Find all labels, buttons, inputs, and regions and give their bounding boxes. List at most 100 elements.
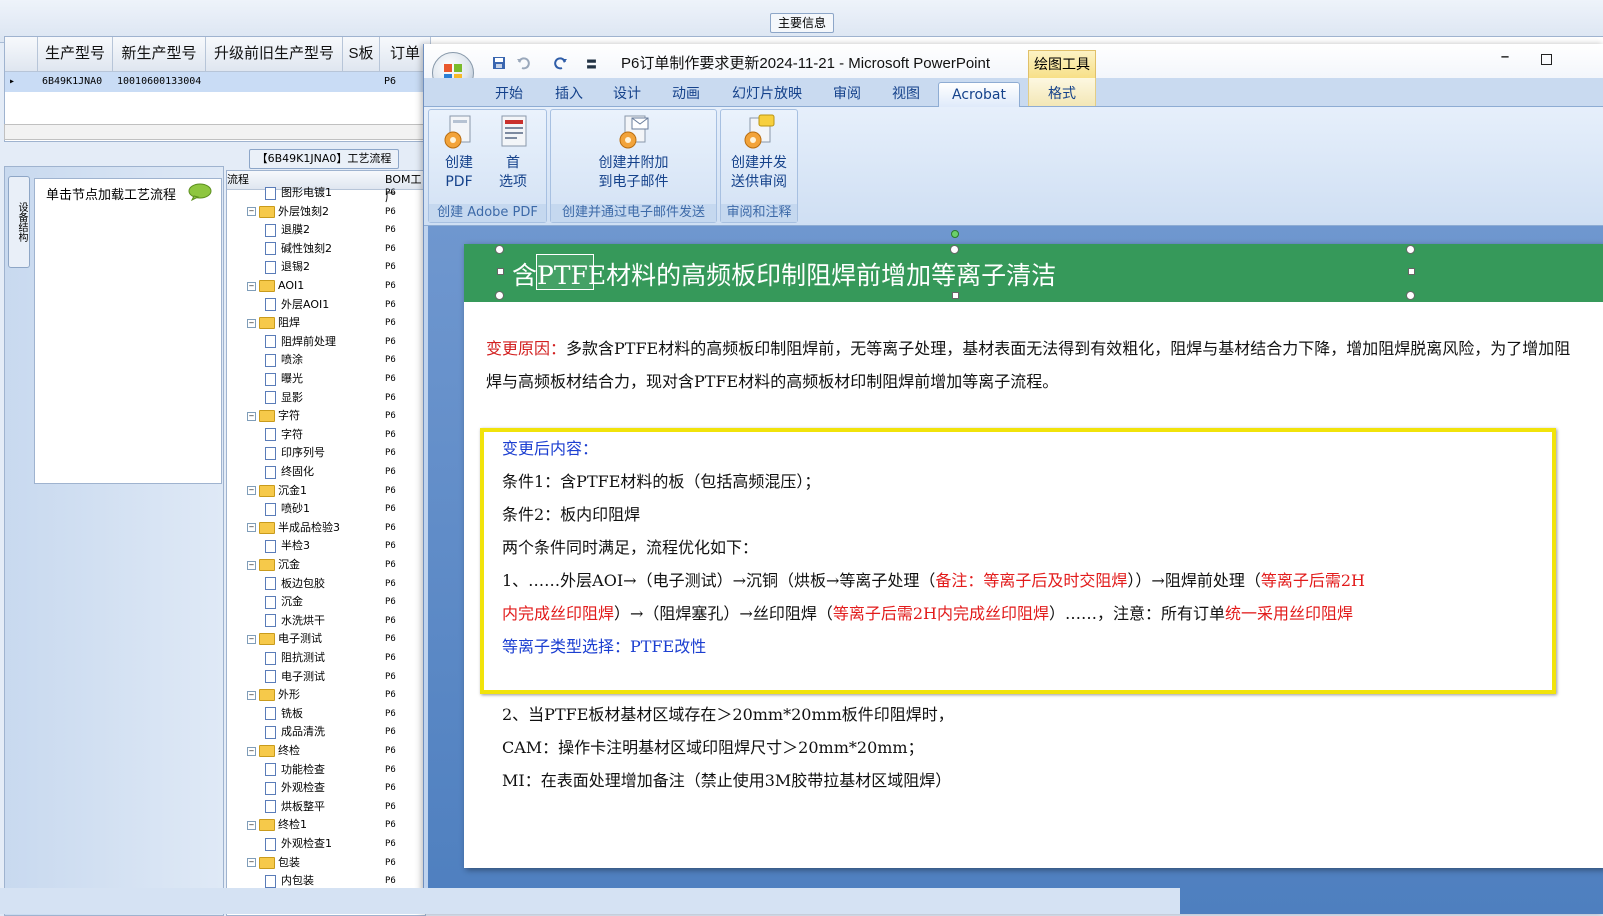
tab-view[interactable]: 视图 [881, 82, 931, 106]
collapse-icon[interactable]: − [247, 411, 256, 421]
folder-icon [259, 484, 275, 497]
column-header[interactable]: 新生产型号 [113, 37, 206, 72]
tree-bom-value: P6 [385, 467, 396, 477]
grid-horizontal-scrollbar[interactable] [4, 124, 446, 140]
tree-leaf-node[interactable]: 水洗烘干 [265, 612, 325, 630]
document-icon [265, 298, 276, 312]
tree-bom-value: P6 [385, 374, 396, 384]
tree-folder-node[interactable]: − 外层蚀刻2 [247, 203, 329, 221]
collapse-icon[interactable]: − [247, 634, 256, 644]
collapse-icon[interactable]: − [247, 560, 256, 570]
tree-bom-value: P6 [385, 708, 396, 719]
resize-handle[interactable] [495, 245, 504, 254]
tab-slideshow[interactable]: 幻灯片放映 [722, 82, 812, 106]
tree-leaf-node[interactable]: 半检3 [265, 537, 310, 555]
chat-bubble-icon[interactable] [188, 183, 212, 201]
tab-design[interactable]: 设计 [602, 82, 652, 106]
grid-corner [5, 37, 38, 72]
rotate-handle[interactable] [951, 230, 959, 238]
collapse-icon[interactable]: − [247, 207, 256, 217]
save-icon[interactable] [492, 56, 506, 70]
tab-insert[interactable]: 插入 [544, 82, 594, 106]
tab-home[interactable]: 开始 [484, 82, 534, 106]
tree-folder-node[interactable]: − 电子测试 [247, 630, 322, 648]
slide[interactable]: 含PTFE材料的高频板印制阻焊前增加等离子清洁 变更原因：多款含PTFE材料的高… [464, 230, 1603, 868]
tab-format[interactable]: 格式 [1028, 78, 1096, 106]
tree-leaf-node[interactable]: 喷涂 [265, 351, 303, 369]
create-pdf-button[interactable]: 创建 PDF [435, 114, 483, 192]
collapse-icon[interactable]: − [247, 318, 256, 328]
tree-leaf-node[interactable]: 外观检查1 [265, 835, 332, 853]
vertical-tab[interactable]: 设备结构 [8, 176, 30, 268]
resize-handle[interactable] [497, 268, 504, 275]
tree-node-label: 阻焊前处理 [281, 334, 336, 348]
tree-folder-node[interactable]: − AOI1 [247, 277, 304, 295]
resize-handle[interactable] [1406, 245, 1415, 254]
tree-leaf-node[interactable]: 电子测试 [265, 668, 325, 686]
tab-acrobat[interactable]: Acrobat [938, 82, 1020, 107]
tree-folder-node[interactable]: − 包装 [247, 854, 300, 872]
tree-leaf-node[interactable]: 铣板 [265, 705, 303, 723]
column-header[interactable]: S板 [343, 37, 380, 72]
change-reason[interactable]: 变更原因：多款含PTFE材料的高频板印制阻焊前，无等离子处理，基材表面无法得到有… [486, 332, 1576, 398]
maximize-button[interactable] [1532, 48, 1562, 70]
undo-icon[interactable] [516, 56, 530, 70]
resize-handle[interactable] [1406, 291, 1415, 300]
column-header[interactable]: 生产型号 [38, 37, 113, 72]
tab-review[interactable]: 审阅 [822, 82, 872, 106]
tree-node-label: 功能检查 [281, 762, 325, 776]
tree-leaf-node[interactable]: 阻抗测试 [265, 649, 325, 667]
minimize-button[interactable]: – [1490, 48, 1520, 70]
folder-icon [259, 689, 275, 702]
collapse-icon[interactable]: − [247, 281, 256, 291]
tree-folder-node[interactable]: − 字符 [247, 407, 300, 425]
tree-leaf-node[interactable]: 外观检查 [265, 779, 325, 797]
resize-handle[interactable] [1408, 268, 1415, 275]
tree-folder-node[interactable]: − 阻焊 [247, 314, 300, 332]
collapse-icon[interactable]: − [247, 486, 256, 496]
tree-leaf-node[interactable]: 图形电镀1 [265, 184, 332, 202]
tree-folder-node[interactable]: − 半成品检验3 [247, 519, 340, 537]
customize-qat-icon[interactable]: 〓 [586, 56, 597, 72]
tree-folder-node[interactable]: − 沉金 [247, 556, 300, 574]
preferences-button[interactable]: 首 选项 [489, 114, 537, 192]
tree-folder-node[interactable]: − 沉金1 [247, 482, 307, 500]
redo-icon[interactable] [554, 56, 568, 70]
resize-handle[interactable] [950, 245, 959, 254]
collapse-icon[interactable]: − [247, 690, 256, 700]
collapse-icon[interactable]: − [247, 858, 256, 868]
tree-folder-node[interactable]: − 外形 [247, 686, 300, 704]
tree-folder-node[interactable]: − 终检1 [247, 816, 307, 834]
tree-leaf-node[interactable]: 终固化 [265, 463, 314, 481]
tree-leaf-node[interactable]: 退锡2 [265, 258, 310, 276]
cam-note: CAM：操作卡注明基材区域印阻焊尺寸＞20mm*20mm； [502, 738, 924, 757]
column-header[interactable]: 升级前旧生产型号 [206, 37, 343, 72]
collapse-icon[interactable]: − [247, 523, 256, 533]
collapse-icon[interactable]: − [247, 820, 256, 830]
create-attach-email-button[interactable]: 创建并附加 到电子邮件 [581, 114, 686, 192]
tab-animations[interactable]: 动画 [661, 82, 711, 106]
tree-leaf-node[interactable]: 沉金 [265, 593, 303, 611]
tree-leaf-node[interactable]: 喷砂1 [265, 500, 310, 518]
collapse-icon[interactable]: − [247, 746, 256, 756]
send-for-review-button[interactable]: 创建并发 送供审阅 [725, 114, 793, 192]
process-tree[interactable]: 流程 BOM工厂 图形电镀1 P6− 外层蚀刻2 P6 退膜2 P6 碱性蚀刻2 P6 退锡2 P… [226, 170, 426, 916]
tree-leaf-node[interactable]: 曝光 [265, 370, 303, 388]
tree-leaf-node[interactable]: 板边包胶 [265, 575, 325, 593]
tree-leaf-node[interactable]: 阻焊前处理 [265, 333, 336, 351]
tree-leaf-node[interactable]: 字符 [265, 426, 303, 444]
tree-leaf-node[interactable]: 显影 [265, 389, 303, 407]
tree-leaf-node[interactable]: 功能检查 [265, 761, 325, 779]
slide-title[interactable]: 含PTFE材料的高频板印制阻焊前增加等离子清洁 [512, 256, 1056, 292]
tree-leaf-node[interactable]: 碱性蚀刻2 [265, 240, 332, 258]
tree-leaf-node[interactable]: 退膜2 [265, 221, 310, 239]
resize-handle[interactable] [495, 291, 504, 300]
tree-leaf-node[interactable]: 烘板整平 [265, 798, 325, 816]
tree-leaf-node[interactable]: 外层AOI1 [265, 296, 329, 314]
tree-folder-node[interactable]: − 终检 [247, 742, 300, 760]
resize-handle[interactable] [952, 292, 959, 299]
slide-editing-area[interactable]: 含PTFE材料的高频板印制阻焊前增加等离子清洁 变更原因：多款含PTFE材料的高… [428, 226, 1603, 914]
tree-leaf-node[interactable]: 成品清洗 [265, 723, 325, 741]
tree-leaf-node[interactable]: 印序列号 [265, 444, 325, 462]
tree-node-label: 终固化 [281, 465, 314, 478]
